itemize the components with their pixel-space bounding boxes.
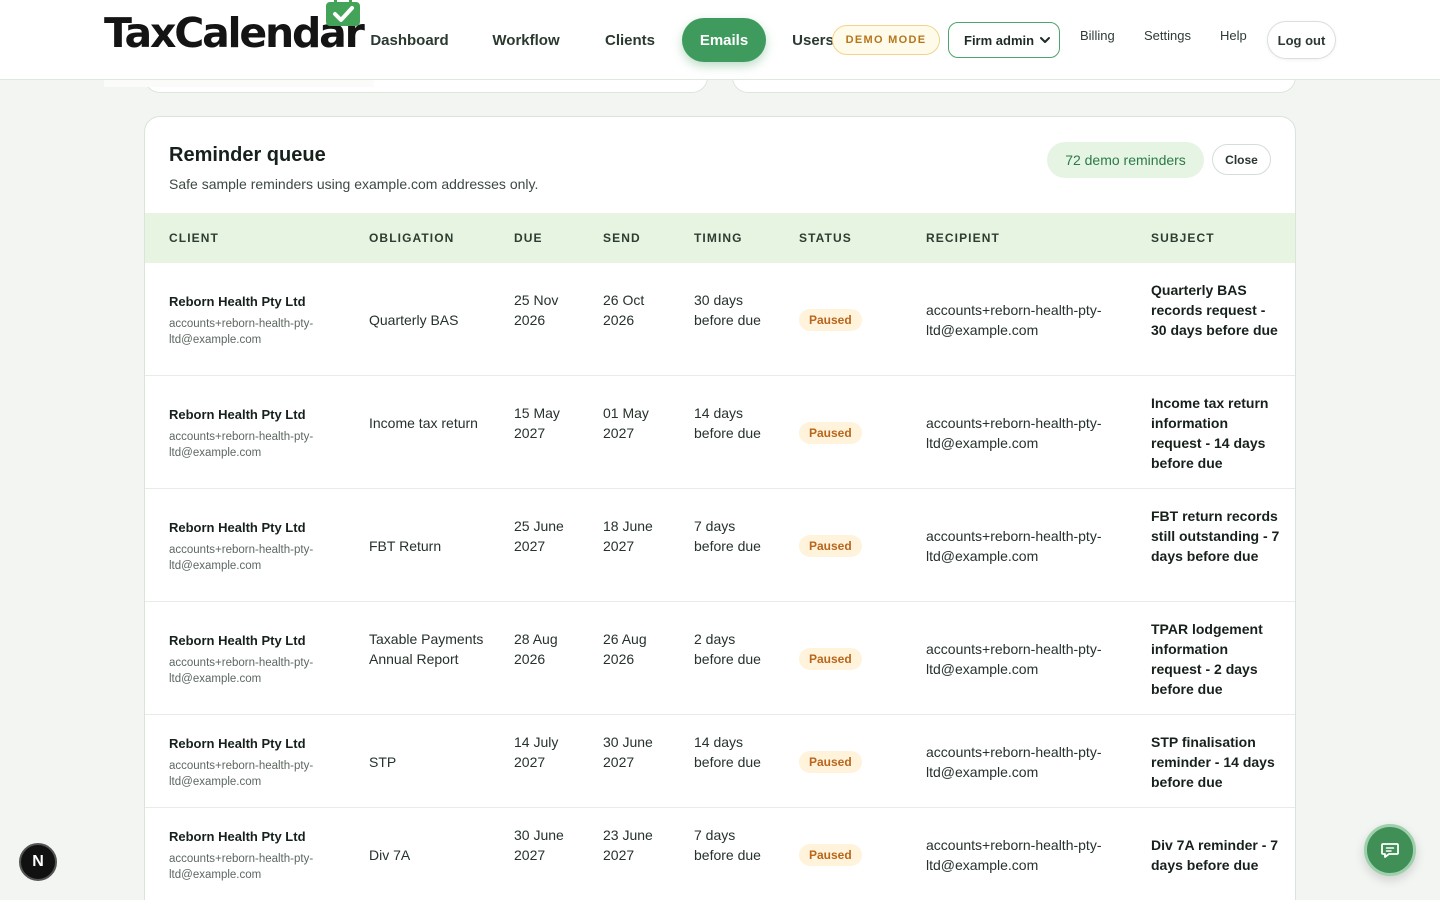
email-subject: Div 7A reminder - 7 days before due	[1151, 837, 1279, 873]
recipient-email: accounts+reborn-health-pty-ltd@example.c…	[926, 415, 1102, 451]
client-name: Reborn Health Pty Ltd	[169, 407, 306, 422]
due-date: 30 June 2027	[514, 827, 564, 863]
timing: 30 days before due	[694, 292, 761, 328]
status-badge: Paused	[799, 648, 862, 670]
client-name: Reborn Health Pty Ltd	[169, 520, 306, 535]
table-row[interactable]: Reborn Health Pty Ltd accounts+reborn-he…	[145, 808, 1295, 900]
table-row[interactable]: Reborn Health Pty Ltd accounts+reborn-he…	[145, 263, 1295, 376]
table-header: CLIENT OBLIGATION DUE SEND TIMING STATUS…	[145, 213, 1295, 263]
table-row[interactable]: Reborn Health Pty Ltd accounts+reborn-he…	[145, 602, 1295, 715]
taxcalendar-logo[interactable]: TaxCalendar	[104, 8, 365, 58]
obligation: STP	[369, 754, 397, 770]
nav-billing[interactable]: Billing	[1080, 28, 1115, 43]
column-header-subject: SUBJECT	[1151, 231, 1215, 245]
dev-tools-badge[interactable]: N	[19, 843, 57, 881]
status-badge: Paused	[799, 309, 862, 331]
due-date: 14 July 2027	[514, 734, 559, 770]
client-email: accounts+reborn-health-pty-ltd@example.c…	[169, 431, 314, 459]
client-name: Reborn Health Pty Ltd	[169, 736, 306, 751]
role-select-value: Firm admin	[964, 32, 1035, 48]
nav-clients[interactable]: Clients	[605, 18, 655, 62]
timing: 14 days before due	[694, 405, 761, 441]
chat-bubble-icon	[1381, 843, 1399, 858]
client-email: accounts+reborn-health-pty-ltd@example.c…	[169, 657, 314, 685]
due-date: 28 Aug 2026	[514, 631, 558, 667]
timing: 7 days before due	[694, 518, 761, 554]
column-header-client: CLIENT	[169, 231, 219, 245]
column-header-send: SEND	[603, 231, 641, 245]
demo-mode-badge: DEMO MODE	[832, 25, 940, 55]
obligation: Taxable Payments Annual Report	[369, 631, 484, 667]
panel-title: Reminder queue	[169, 144, 326, 166]
nav-dashboard[interactable]: Dashboard	[370, 18, 448, 62]
due-date: 15 May 2027	[514, 405, 560, 441]
send-date: 26 Aug 2026	[603, 631, 647, 667]
email-subject: STP finalisation reminder - 14 days befo…	[1151, 734, 1275, 790]
status-badge: Paused	[799, 844, 862, 866]
send-date: 18 June 2027	[603, 518, 653, 554]
logo-underlay	[104, 80, 374, 87]
recipient-email: accounts+reborn-health-pty-ltd@example.c…	[926, 641, 1102, 677]
column-header-timing: TIMING	[694, 231, 743, 245]
reminder-queue-panel: Reminder queue Safe sample reminders usi…	[144, 116, 1296, 900]
email-subject: FBT return records still outstanding - 7…	[1151, 508, 1280, 564]
recipient-email: accounts+reborn-health-pty-ltd@example.c…	[926, 744, 1102, 780]
calendar-check-icon	[326, 0, 360, 26]
top-navigation-bar: TaxCalendar Dashboard Workflow Clients E…	[0, 0, 1440, 80]
client-email: accounts+reborn-health-pty-ltd@example.c…	[169, 853, 314, 881]
send-date: 01 May 2027	[603, 405, 649, 441]
client-name: Reborn Health Pty Ltd	[169, 829, 306, 844]
table-row[interactable]: Reborn Health Pty Ltd accounts+reborn-he…	[145, 715, 1295, 808]
status-badge: Paused	[799, 422, 862, 444]
nav-settings[interactable]: Settings	[1144, 28, 1191, 43]
obligation: Div 7A	[369, 847, 411, 863]
status-badge: Paused	[799, 751, 862, 773]
email-subject: Income tax return information request - …	[1151, 395, 1269, 471]
send-date: 23 June 2027	[603, 827, 653, 863]
nav-emails[interactable]: Emails	[682, 18, 766, 62]
send-date: 30 June 2027	[603, 734, 653, 770]
nav-users[interactable]: Users	[792, 18, 834, 62]
send-date: 26 Oct 2026	[603, 292, 645, 328]
client-email: accounts+reborn-health-pty-ltd@example.c…	[169, 760, 314, 788]
client-name: Reborn Health Pty Ltd	[169, 633, 306, 648]
column-header-due: DUE	[514, 231, 543, 245]
due-date: 25 Nov 2026	[514, 292, 559, 328]
nav-workflow[interactable]: Workflow	[492, 18, 559, 62]
recipient-email: accounts+reborn-health-pty-ltd@example.c…	[926, 528, 1102, 564]
client-email: accounts+reborn-health-pty-ltd@example.c…	[169, 544, 314, 572]
close-button[interactable]: Close	[1212, 144, 1271, 175]
obligation: FBT Return	[369, 538, 442, 554]
timing: 7 days before due	[694, 827, 761, 863]
nav-help[interactable]: Help	[1220, 28, 1247, 43]
email-subject: Quarterly BAS records request - 30 days …	[1151, 282, 1278, 338]
table-row[interactable]: Reborn Health Pty Ltd accounts+reborn-he…	[145, 489, 1295, 602]
chat-button[interactable]	[1364, 824, 1416, 876]
reminder-count-badge: 72 demo reminders	[1047, 142, 1204, 178]
logout-button[interactable]: Log out	[1267, 21, 1336, 59]
column-header-obligation: OBLIGATION	[369, 231, 455, 245]
chevron-down-icon	[1040, 37, 1050, 43]
timing: 14 days before due	[694, 734, 761, 770]
obligation: Quarterly BAS	[369, 312, 459, 328]
recipient-email: accounts+reborn-health-pty-ltd@example.c…	[926, 302, 1102, 338]
client-email: accounts+reborn-health-pty-ltd@example.c…	[169, 318, 314, 346]
status-badge: Paused	[799, 535, 862, 557]
timing: 2 days before due	[694, 631, 761, 667]
recipient-email: accounts+reborn-health-pty-ltd@example.c…	[926, 837, 1102, 873]
role-select[interactable]: Firm admin	[948, 22, 1060, 58]
due-date: 25 June 2027	[514, 518, 564, 554]
email-subject: TPAR lodgement information request - 2 d…	[1151, 621, 1263, 697]
client-name: Reborn Health Pty Ltd	[169, 294, 306, 309]
column-header-recipient: RECIPIENT	[926, 231, 1000, 245]
table-row[interactable]: Reborn Health Pty Ltd accounts+reborn-he…	[145, 376, 1295, 489]
column-header-status: STATUS	[799, 231, 852, 245]
obligation: Income tax return	[369, 415, 478, 431]
panel-subtitle: Safe sample reminders using example.com …	[169, 176, 539, 192]
